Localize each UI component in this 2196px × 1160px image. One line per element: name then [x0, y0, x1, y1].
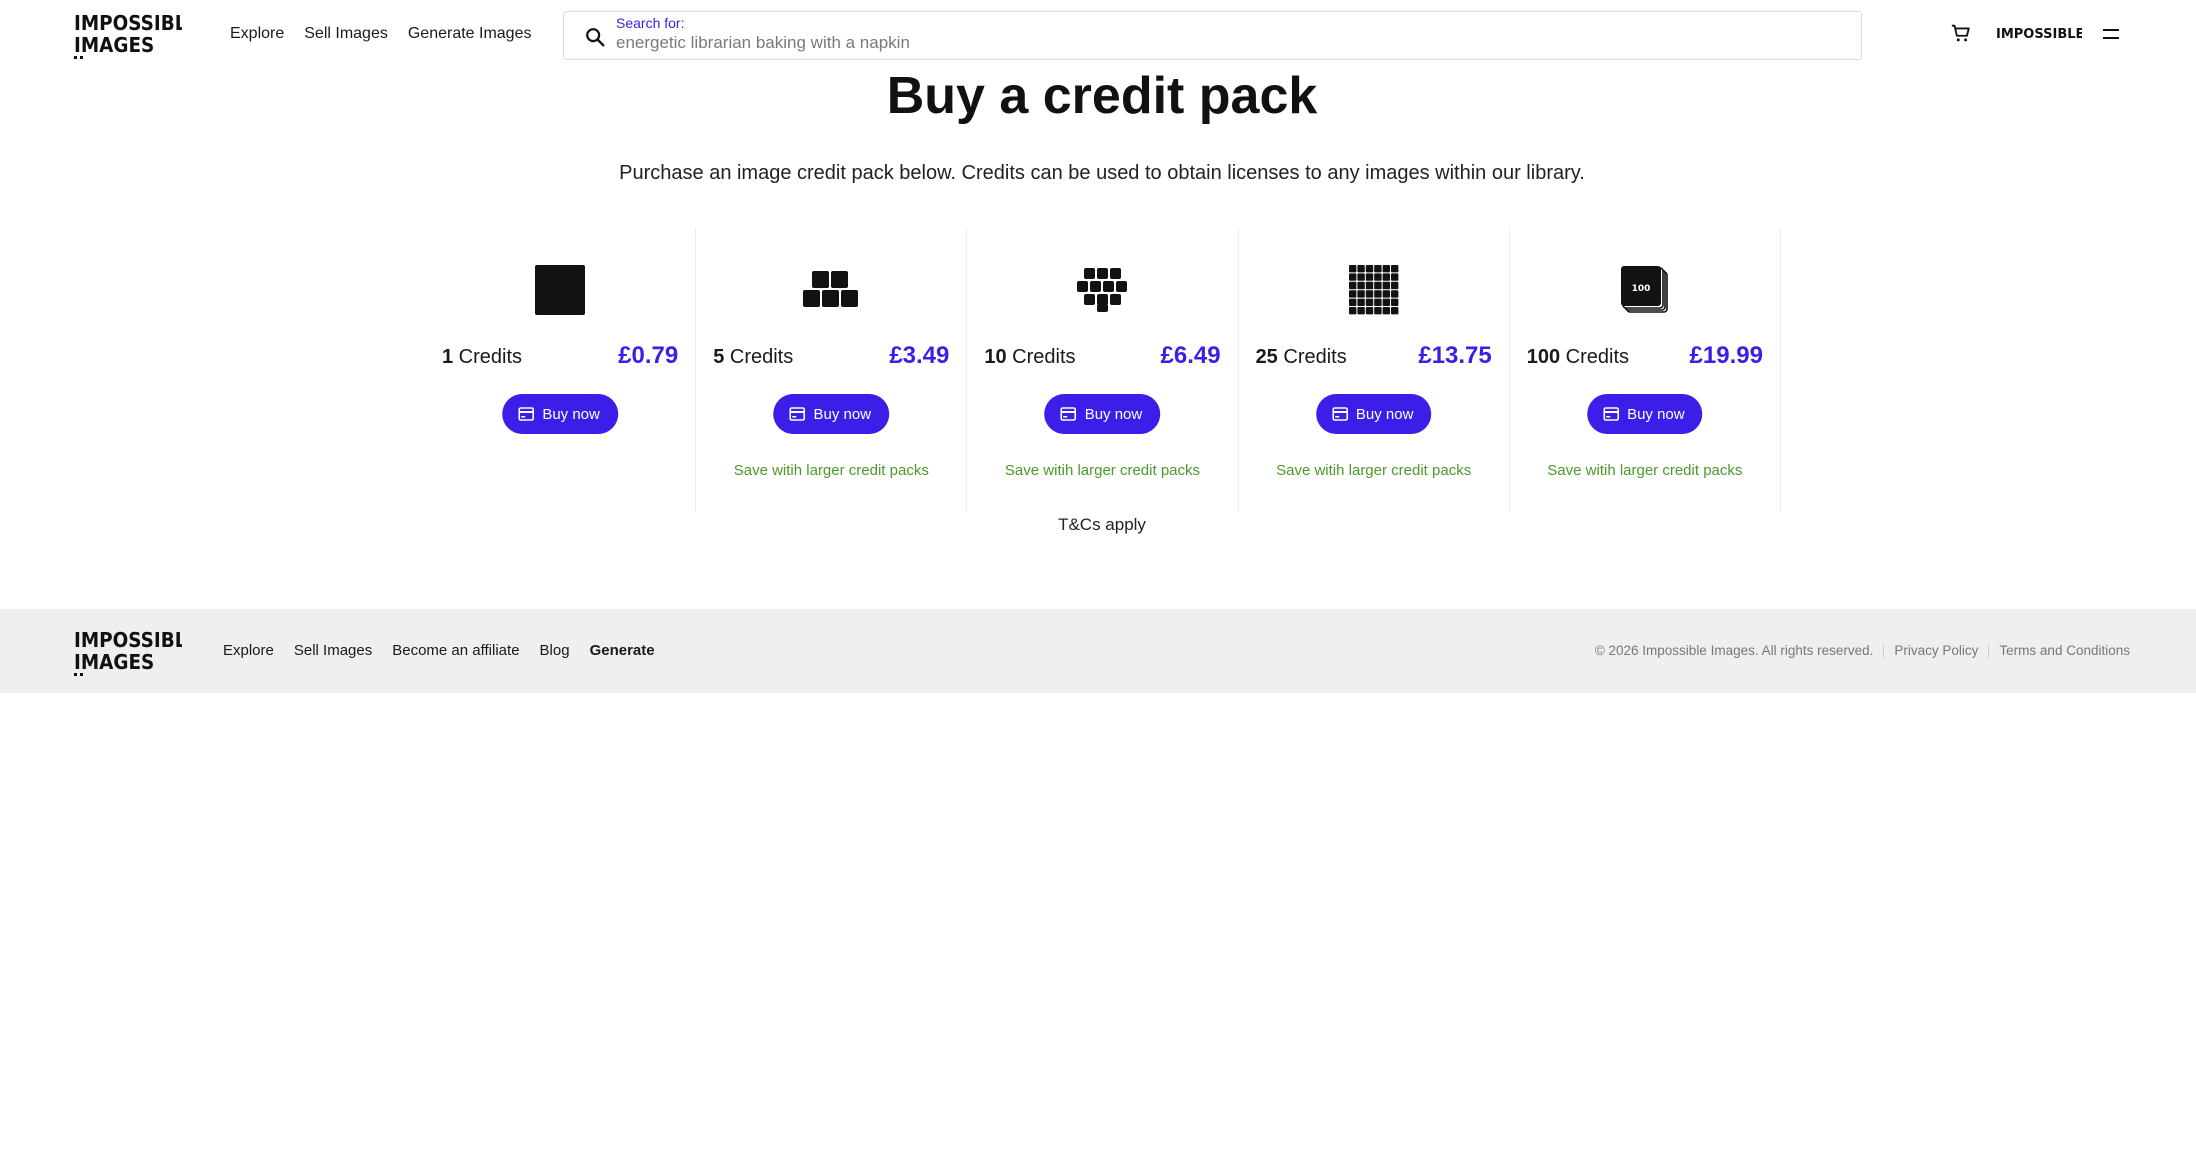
buy-now-button[interactable]: Buy now [1587, 394, 1703, 434]
impossible-plus-logo[interactable]: IMPOSSIBLE+ [1996, 22, 2082, 46]
svg-text:IMAGES: IMAGES [74, 33, 154, 57]
save-note: Save witih larger credit packs [1004, 462, 1201, 479]
card-icon [1603, 407, 1619, 421]
site-footer: IMPOSSIBLE IMAGES Explore Sell Images Be… [0, 609, 2196, 693]
card-icon [1332, 407, 1348, 421]
pack-price: £19.99 [1689, 342, 1763, 369]
footer-link-generate[interactable]: Generate [590, 642, 655, 659]
footer-legal: © 2026 Impossible Images. All rights res… [1595, 643, 2130, 658]
stack-100-icon: 100 [1510, 263, 1780, 317]
svg-text:IMAGES: IMAGES [74, 650, 154, 674]
impossible-images-logo[interactable]: IMPOSSIBLE IMAGES [74, 8, 182, 60]
nav-explore[interactable]: Explore [230, 25, 284, 43]
terms-note[interactable]: T&Cs apply [0, 515, 2196, 535]
search-label: Search for: [616, 15, 685, 31]
save-note: Save witih larger credit packs [1276, 462, 1472, 479]
svg-text:IMPOSSIBLE: IMPOSSIBLE [74, 628, 182, 652]
footer-link-sell-images[interactable]: Sell Images [294, 642, 372, 659]
page-title: Buy a credit pack [886, 67, 1318, 125]
save-note: Save witih larger credit packs [733, 462, 929, 479]
save-note: Save witih larger credit packs [1547, 462, 1743, 479]
credit-pack-list: 1 Credits £0.79 Buy now 5 Credits £3.49 … [425, 228, 1781, 512]
five-blocks-icon [696, 263, 966, 317]
copyright-text: © 2026 Impossible Images. All rights res… [1594, 643, 1874, 658]
svg-text:100: 100 [1631, 284, 1650, 294]
footer-link-affiliate[interactable]: Become an affiliate [392, 642, 519, 659]
nav-generate-images[interactable]: Generate Images [408, 25, 532, 43]
credit-pack-25: 25 Credits £13.75 Buy now Save witih lar… [1239, 228, 1510, 512]
search-bar[interactable]: Search for: [563, 11, 1862, 60]
divider [1988, 643, 1990, 658]
footer-nav: Explore Sell Images Become an affiliate … [223, 642, 655, 659]
single-square-icon [425, 263, 695, 317]
credit-pack-10: 10 Credits £6.49 Buy now Save witih larg… [967, 228, 1239, 512]
pack-price: £0.79 [618, 342, 679, 369]
ten-blocks-icon [967, 263, 1237, 317]
credit-pack-100: 100 100 Credits £19.99 Buy now Save witi… [1510, 228, 1781, 512]
buy-now-button[interactable]: Buy now [773, 394, 890, 434]
terms-link[interactable]: Terms and Conditions [1999, 643, 2130, 658]
card-icon [1060, 407, 1077, 421]
svg-text:IMPOSSIBLE+: IMPOSSIBLE+ [1996, 27, 2082, 42]
privacy-policy-link[interactable]: Privacy Policy [1894, 643, 1978, 658]
card-icon [518, 407, 535, 421]
pack-credits: 25 Credits [1255, 346, 1347, 368]
pack-price: £13.75 [1418, 342, 1492, 369]
page-subtitle: Purchase an image credit pack below. Cre… [619, 162, 1585, 184]
card-icon [789, 407, 806, 421]
site-header: IMPOSSIBLE IMAGES Explore Sell Images Ge… [0, 0, 2196, 72]
pack-credits: 1 Credits [442, 346, 523, 368]
search-input[interactable] [616, 33, 1836, 53]
pack-price: £6.49 [1160, 342, 1221, 369]
grid-blocks-icon [1239, 263, 1509, 317]
footer-link-explore[interactable]: Explore [223, 642, 274, 659]
svg-text:IMPOSSIBLE: IMPOSSIBLE [74, 11, 182, 35]
nav-sell-images[interactable]: Sell Images [304, 25, 388, 43]
main-nav: Explore Sell Images Generate Images [230, 25, 531, 43]
menu-icon[interactable] [2102, 26, 2120, 42]
divider [1883, 643, 1885, 658]
pack-price: £3.49 [889, 342, 950, 369]
pack-credits: 5 Credits [713, 346, 794, 368]
credit-pack-1: 1 Credits £0.79 Buy now [425, 228, 697, 512]
buy-now-button[interactable]: Buy now [1315, 394, 1432, 434]
footer-logo[interactable]: IMPOSSIBLE IMAGES [74, 625, 182, 677]
footer-link-blog[interactable]: Blog [540, 642, 570, 659]
credit-pack-5: 5 Credits £3.49 Buy now Save witih large… [696, 228, 968, 512]
buy-now-button[interactable]: Buy now [1044, 394, 1161, 434]
pack-credits: 10 Credits [984, 346, 1076, 368]
pack-credits: 100 Credits [1526, 346, 1630, 368]
buy-now-button[interactable]: Buy now [502, 394, 618, 434]
search-icon[interactable] [584, 26, 606, 48]
cart-icon[interactable] [1950, 22, 1972, 44]
